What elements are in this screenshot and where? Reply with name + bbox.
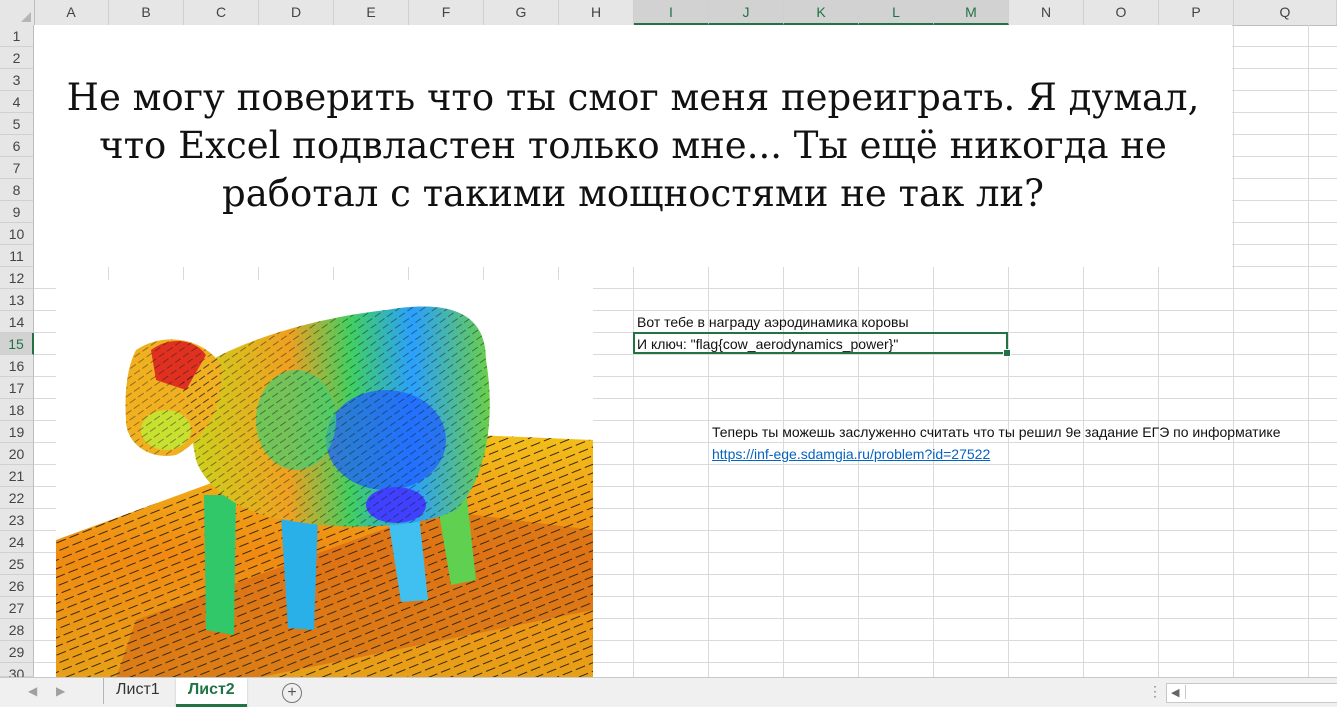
scrollbar-thumb[interactable] bbox=[1185, 685, 1336, 699]
row-header-23[interactable]: 23 bbox=[0, 509, 34, 531]
row-header-29[interactable]: 29 bbox=[0, 641, 34, 663]
row-header-28[interactable]: 28 bbox=[0, 619, 34, 641]
row-header-12[interactable]: 12 bbox=[0, 267, 34, 289]
column-header-d[interactable]: D bbox=[259, 0, 334, 25]
merged-title-cell[interactable]: Не могу поверить что ты смог меня переиг… bbox=[34, 25, 1232, 267]
row-header-19[interactable]: 19 bbox=[0, 421, 34, 443]
cell-i14[interactable]: Вот тебе в награду аэродинамика коровы bbox=[637, 311, 909, 333]
prev-sheet-arrow-icon[interactable]: ◀ bbox=[28, 684, 37, 698]
cell-j20-hyperlink[interactable]: https://inf-ege.sdamgia.ru/problem?id=27… bbox=[712, 443, 990, 465]
row-header-4[interactable]: 4 bbox=[0, 91, 34, 113]
column-header-j[interactable]: J bbox=[709, 0, 784, 25]
row-header-8[interactable]: 8 bbox=[0, 179, 34, 201]
row-header-20[interactable]: 20 bbox=[0, 443, 34, 465]
column-header-g[interactable]: G bbox=[484, 0, 559, 25]
column-header-p[interactable]: P bbox=[1159, 0, 1234, 25]
row-header-24[interactable]: 24 bbox=[0, 531, 34, 553]
column-header-k[interactable]: K bbox=[784, 0, 859, 25]
row-header-5[interactable]: 5 bbox=[0, 113, 34, 135]
column-header-i[interactable]: I bbox=[634, 0, 709, 25]
column-header-l[interactable]: L bbox=[859, 0, 934, 25]
cow-aerodynamics-image[interactable] bbox=[56, 280, 593, 678]
row-header-7[interactable]: 7 bbox=[0, 157, 34, 179]
row-header-1[interactable]: 1 bbox=[0, 25, 34, 47]
row-header-25[interactable]: 25 bbox=[0, 553, 34, 575]
row-header-6[interactable]: 6 bbox=[0, 135, 34, 157]
sheet-tab-list2[interactable]: Лист2 bbox=[176, 678, 247, 707]
row-header-30[interactable]: 30 bbox=[0, 663, 34, 682]
row-header-15[interactable]: 15 bbox=[0, 333, 34, 355]
row-header-21[interactable]: 21 bbox=[0, 465, 34, 487]
row-header-3[interactable]: 3 bbox=[0, 69, 34, 91]
column-header-m[interactable]: M bbox=[934, 0, 1009, 25]
horizontal-scrollbar[interactable]: ◀ bbox=[1166, 683, 1337, 703]
add-sheet-plus-icon[interactable]: + bbox=[282, 683, 302, 703]
row-header-9[interactable]: 9 bbox=[0, 201, 34, 223]
row-header-11[interactable]: 11 bbox=[0, 245, 34, 267]
row-header-2[interactable]: 2 bbox=[0, 47, 34, 69]
select-all-corner[interactable] bbox=[0, 0, 35, 25]
column-header-a[interactable]: A bbox=[34, 0, 109, 25]
row-header-27[interactable]: 27 bbox=[0, 597, 34, 619]
scroll-left-arrow-icon[interactable]: ◀ bbox=[1171, 686, 1179, 699]
row-header-26[interactable]: 26 bbox=[0, 575, 34, 597]
column-header-q[interactable]: Q bbox=[1234, 0, 1337, 25]
active-cell-selection bbox=[633, 332, 1011, 357]
column-header-f[interactable]: F bbox=[409, 0, 484, 25]
row-header-13[interactable]: 13 bbox=[0, 289, 34, 311]
column-header-bar: ABCDEFGHIJKLMNOPQ bbox=[0, 0, 1337, 26]
next-sheet-arrow-icon[interactable]: ▶ bbox=[56, 684, 65, 698]
row-header-16[interactable]: 16 bbox=[0, 355, 34, 377]
row-header-18[interactable]: 18 bbox=[0, 399, 34, 421]
row-header-14[interactable]: 14 bbox=[0, 311, 34, 333]
column-header-c[interactable]: C bbox=[184, 0, 259, 25]
title-text: Не могу поверить что ты смог меня переиг… bbox=[66, 76, 1200, 215]
column-header-n[interactable]: N bbox=[1009, 0, 1084, 25]
column-header-o[interactable]: O bbox=[1084, 0, 1159, 25]
row-header-17[interactable]: 17 bbox=[0, 377, 34, 399]
column-header-b[interactable]: B bbox=[109, 0, 184, 25]
sheet-tab-list1[interactable]: Лист1 bbox=[103, 678, 172, 704]
tab-split-handle-icon[interactable]: ⋮ bbox=[1148, 683, 1162, 700]
column-header-e[interactable]: E bbox=[334, 0, 409, 25]
row-header-22[interactable]: 22 bbox=[0, 487, 34, 509]
column-header-h[interactable]: H bbox=[559, 0, 634, 25]
cell-j19[interactable]: Теперь ты можешь заслуженно считать что … bbox=[712, 421, 1280, 443]
sheet-tab-bar: ◀ ▶ Лист1 Лист2 + ⋮ ◀ bbox=[0, 677, 1337, 707]
row-header-10[interactable]: 10 bbox=[0, 223, 34, 245]
